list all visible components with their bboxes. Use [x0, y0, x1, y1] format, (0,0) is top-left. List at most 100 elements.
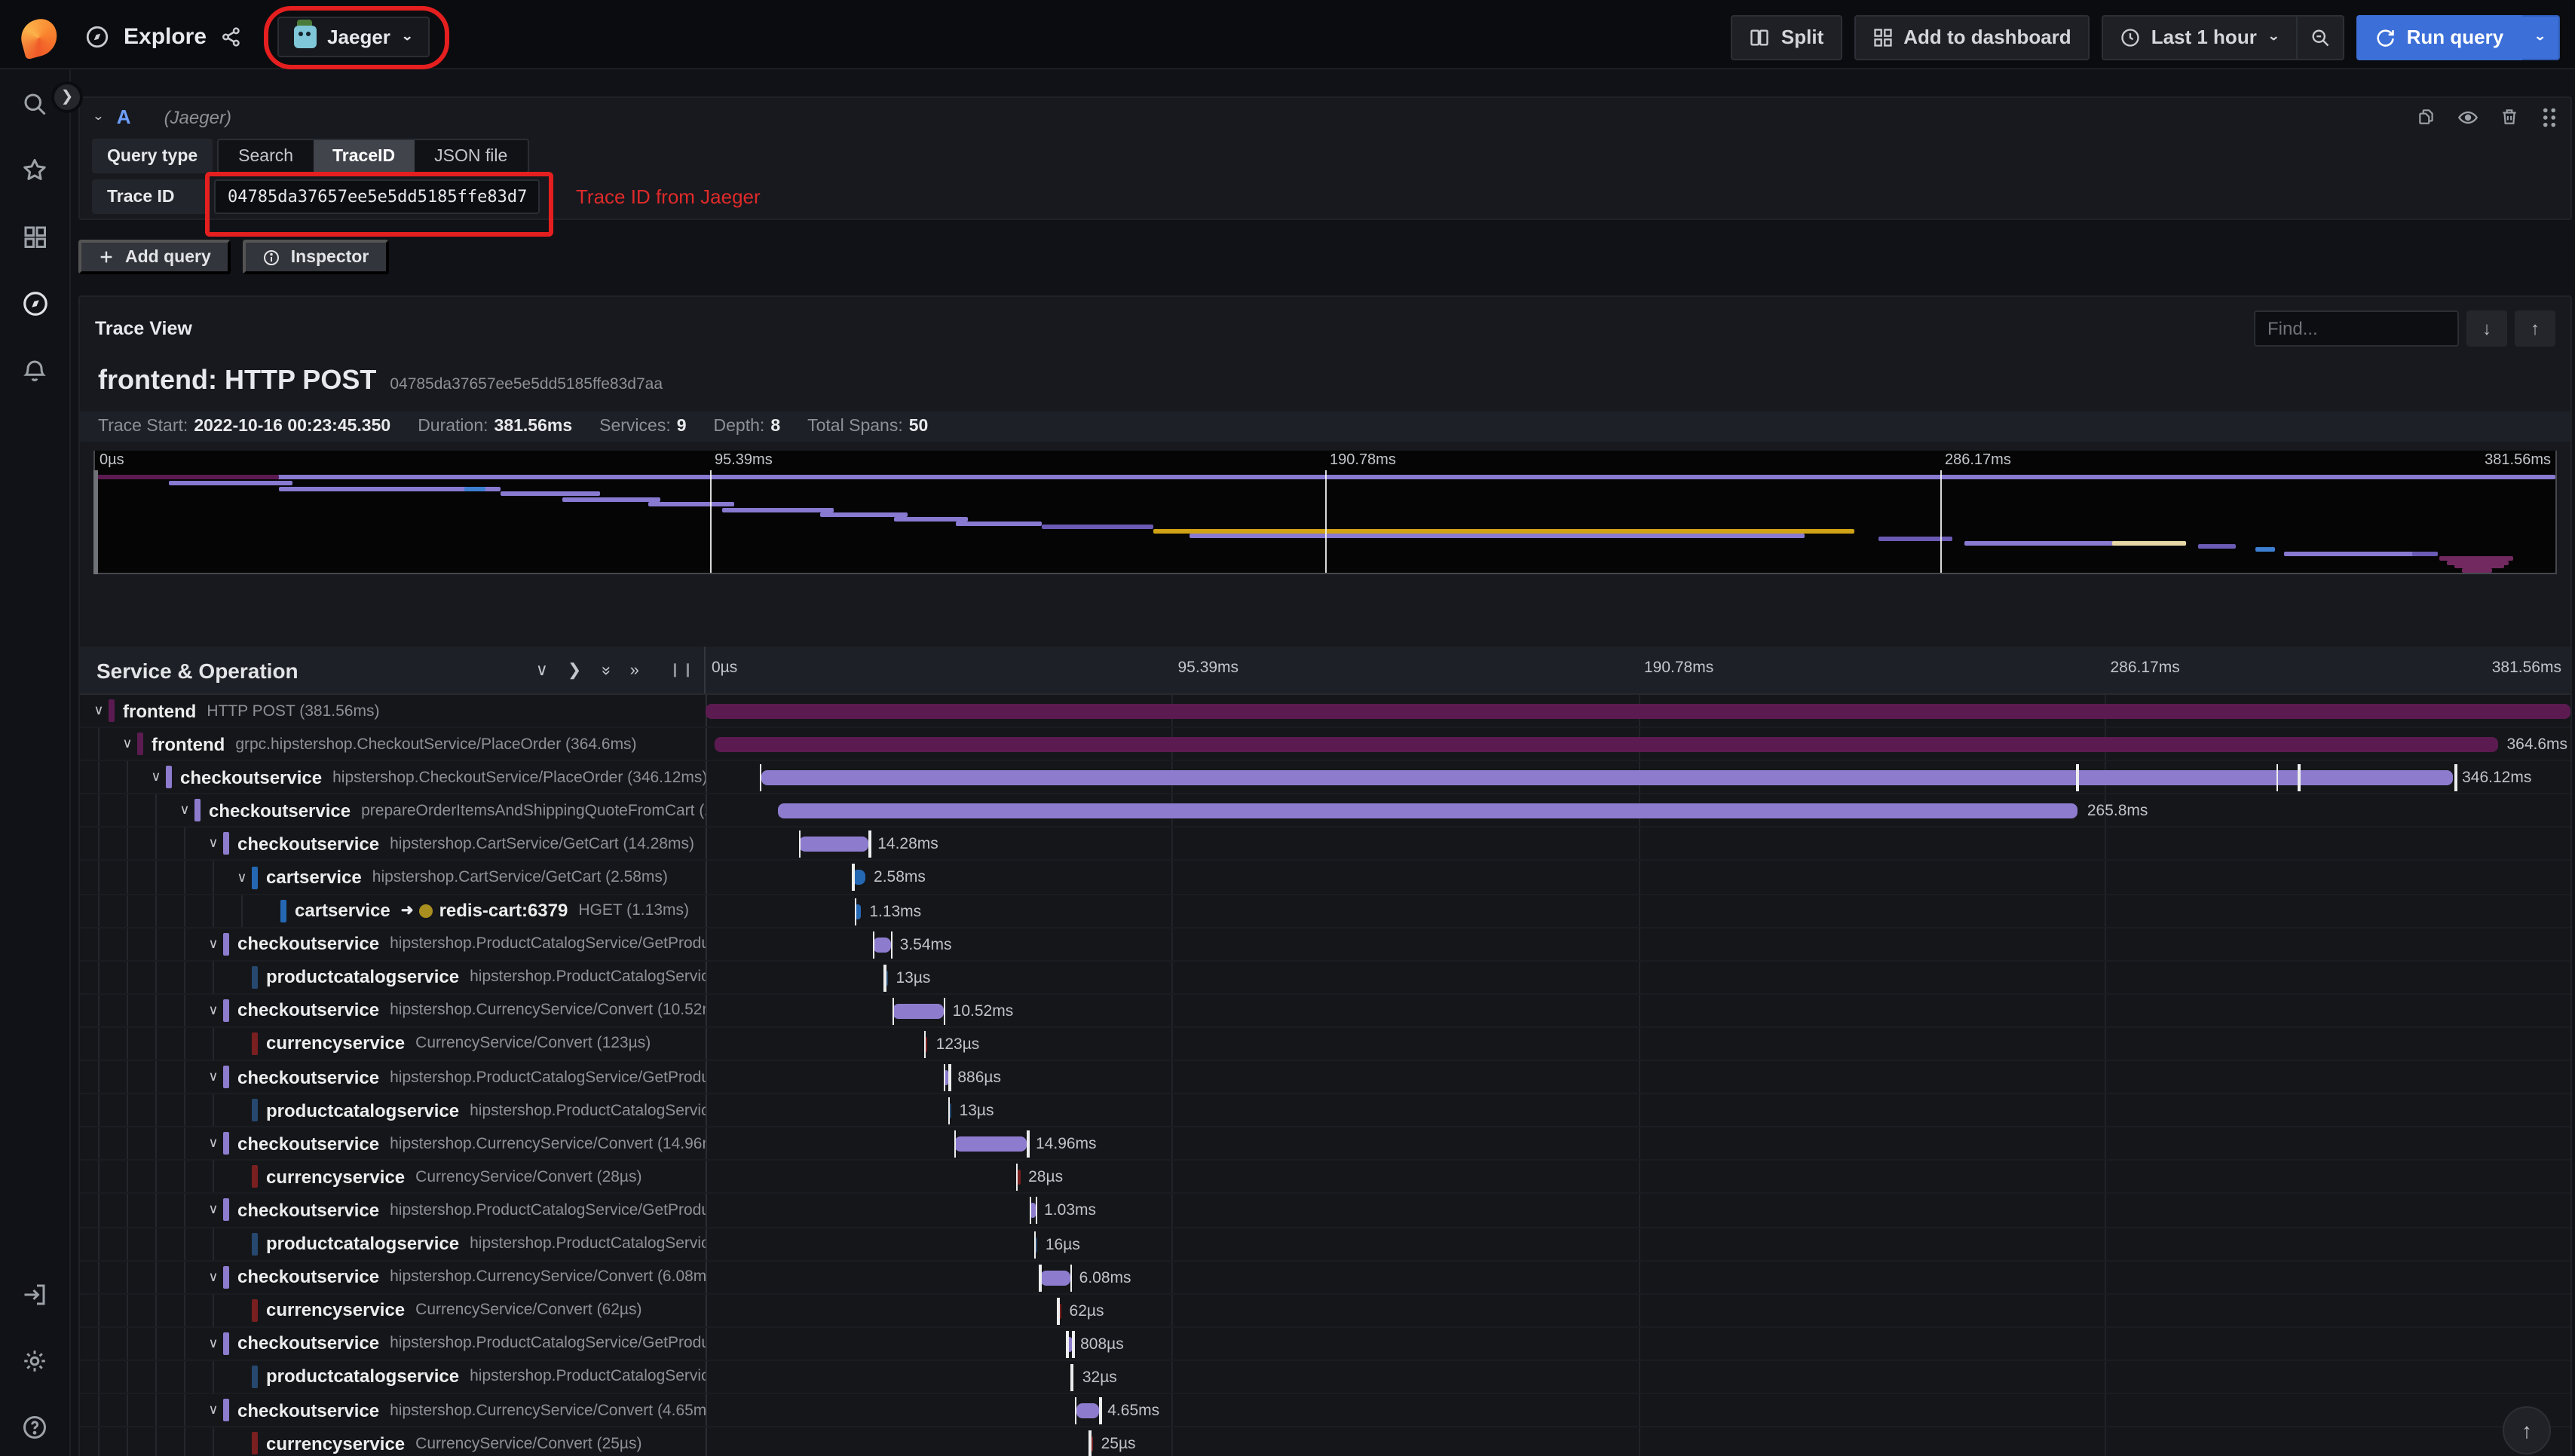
span-label-cell[interactable]: ∨ checkoutservice hipstershop.CurrencyServ… — [80, 1261, 706, 1293]
span-bar-cell[interactable]: 346.12ms — [706, 761, 2570, 793]
span-row[interactable]: currencyservice CurrencyService/Convert (… — [80, 1294, 2570, 1328]
span-label-cell[interactable]: ∨ checkoutservice hipstershop.CurrencyServ… — [80, 1127, 706, 1160]
span-label-cell[interactable]: productcatalogservice hipstershop.Product… — [80, 1228, 706, 1260]
span-row[interactable]: ∨ checkoutservice hipstershop.ProductCatal… — [80, 928, 2570, 962]
trace-minimap[interactable]: 0µs 95.39ms 190.78ms 286.17ms 381.56ms — [93, 451, 2557, 574]
eye-icon[interactable] — [2457, 106, 2479, 127]
chevron-down-icon[interactable]: ∨ — [204, 1002, 223, 1019]
span-label-cell[interactable]: ∨ checkoutservice hipstershop.ProductCatal… — [80, 1327, 706, 1360]
find-input[interactable] — [2254, 310, 2459, 347]
chevron-down-icon[interactable]: ∨ — [204, 1069, 223, 1085]
zoom-out-time-button[interactable] — [2298, 14, 2345, 60]
span-label-cell[interactable]: currencyservice CurrencyService/Convert (… — [80, 1427, 706, 1456]
span-label-cell[interactable]: ∨ checkoutservice hipstershop.CheckoutServ… — [80, 761, 706, 794]
span-bar-cell[interactable]: 25µs — [706, 1427, 2570, 1456]
grafana-logo-icon[interactable] — [17, 14, 62, 60]
span-label-cell[interactable]: cartservice ➜ redis-cart:6379 HGET (1.13ms) — [80, 895, 706, 927]
drag-grip-icon[interactable] — [2540, 106, 2558, 127]
run-query-button[interactable]: Run query — [2356, 14, 2522, 60]
span-row[interactable]: productcatalogservice hipstershop.Product… — [80, 961, 2570, 995]
span-bar-cell[interactable]: 14.96ms — [706, 1127, 2570, 1159]
span-label-cell[interactable]: currencyservice CurrencyService/Convert (… — [80, 1294, 706, 1326]
span-label-cell[interactable]: ∨ checkoutservice prepareOrderItemsAndShip… — [80, 794, 706, 827]
expand-all-icon[interactable]: » — [630, 661, 639, 679]
span-label-cell[interactable]: ∨ checkoutservice hipstershop.CurrencyServ… — [80, 1393, 706, 1427]
span-row[interactable]: ∨ checkoutservice hipstershop.CurrencyServ… — [80, 1261, 2570, 1295]
span-row[interactable]: ∨ cartservice hipstershop.CartService/GetC… — [80, 861, 2570, 895]
find-prev-button[interactable]: ↑ — [2515, 310, 2555, 347]
span-bar-cell[interactable]: 2.58ms — [706, 861, 2570, 893]
span-bar-cell[interactable]: 13µs — [706, 1094, 2570, 1126]
span-row[interactable]: ∨ checkoutservice hipstershop.CurrencyServ… — [80, 1393, 2570, 1428]
chevron-down-icon[interactable]: ∨ — [118, 736, 137, 752]
span-label-cell[interactable]: ∨ checkoutservice hipstershop.ProductCatal… — [80, 1061, 706, 1094]
chevron-down-icon[interactable]: ∨ — [204, 1402, 223, 1418]
column-resizer[interactable]: ❙❙ — [669, 662, 695, 678]
span-bar[interactable] — [1076, 1402, 1099, 1418]
find-next-button[interactable]: ↓ — [2466, 310, 2507, 347]
span-bar-cell[interactable]: 13µs — [706, 962, 2570, 993]
tab-json-file[interactable]: JSON file — [415, 140, 527, 172]
span-bar-cell[interactable]: 10.52ms — [706, 995, 2570, 1026]
span-bar[interactable] — [798, 837, 869, 852]
span-row[interactable]: currencyservice CurrencyService/Convert (… — [80, 1161, 2570, 1194]
minimap-left-handle[interactable] — [93, 470, 98, 574]
chevron-down-icon[interactable]: ∨ — [204, 1335, 223, 1352]
span-bar[interactable] — [706, 704, 2570, 719]
span-bar[interactable] — [892, 1003, 944, 1019]
share-icon[interactable] — [220, 26, 243, 48]
span-bar-cell[interactable]: 1.13ms — [706, 895, 2570, 926]
span-bar-cell[interactable]: 364.6ms — [706, 728, 2570, 760]
collapse-query-icon[interactable]: ⌄ — [92, 110, 105, 124]
query-ref-id[interactable]: A — [117, 106, 131, 128]
tab-search[interactable]: Search — [219, 140, 313, 172]
span-bar-cell[interactable]: 265.8ms — [706, 795, 2570, 827]
span-bar-cell[interactable]: 4.65ms — [706, 1394, 2570, 1426]
collapse-one-icon[interactable]: ∨ — [536, 660, 548, 680]
expand-one-icon[interactable]: ❯ — [568, 660, 581, 680]
run-query-dropdown-button[interactable]: ⌄ — [2521, 14, 2560, 60]
span-bar-cell[interactable]: 123µs — [706, 1028, 2570, 1060]
add-query-button[interactable]: Add query — [78, 240, 231, 274]
span-row[interactable]: ∨ checkoutservice hipstershop.ProductCatal… — [80, 1327, 2570, 1361]
time-range-picker[interactable]: Last 1 hour ⌄ — [2101, 14, 2298, 60]
span-bar-cell[interactable]: 62µs — [706, 1294, 2570, 1326]
span-bar-cell[interactable]: 14.28ms — [706, 828, 2570, 860]
span-row[interactable]: ∨ frontend grpc.hipstershop.CheckoutServic… — [80, 728, 2570, 762]
star-icon[interactable] — [21, 157, 48, 184]
chevron-down-icon[interactable]: ∨ — [175, 803, 194, 819]
chevron-down-icon[interactable]: ∨ — [204, 935, 223, 952]
gear-icon[interactable] — [21, 1347, 48, 1375]
span-label-cell[interactable]: ∨ frontend HTTP POST (381.56ms) — [80, 695, 706, 726]
span-bar-cell[interactable]: 6.08ms — [706, 1261, 2570, 1292]
collapse-all-icon[interactable]: » — [596, 665, 614, 674]
sign-in-icon[interactable] — [21, 1281, 48, 1308]
span-label-cell[interactable]: ∨ checkoutservice hipstershop.ProductCatal… — [80, 1194, 706, 1226]
inspector-button[interactable]: Inspector — [242, 240, 389, 274]
span-bar-cell[interactable]: 1.03ms — [706, 1194, 2570, 1226]
span-bar[interactable] — [778, 803, 2078, 819]
span-bar[interactable] — [1040, 1270, 1070, 1286]
span-label-cell[interactable]: productcatalogservice hipstershop.Product… — [80, 1360, 706, 1393]
span-row[interactable]: ∨ frontend HTTP POST (381.56ms) — [80, 695, 2570, 729]
span-label-cell[interactable]: ∨ checkoutservice hipstershop.ProductCatal… — [80, 928, 706, 960]
span-row[interactable]: ∨ checkoutservice hipstershop.CurrencyServ… — [80, 994, 2570, 1028]
chevron-down-icon[interactable]: ∨ — [146, 769, 166, 785]
span-label-cell[interactable]: currencyservice CurrencyService/Convert (… — [80, 1027, 706, 1060]
trace-id-input[interactable] — [214, 179, 540, 214]
span-row[interactable]: productcatalogservice hipstershop.Product… — [80, 1228, 2570, 1262]
span-row[interactable]: cartservice ➜ redis-cart:6379 HGET (1.13ms)… — [80, 895, 2570, 928]
span-row[interactable]: ∨ checkoutservice hipstershop.CheckoutServ… — [80, 761, 2570, 795]
tab-traceid[interactable]: TraceID — [313, 140, 415, 172]
span-bar-cell[interactable]: 3.54ms — [706, 928, 2570, 959]
span-row[interactable]: ∨ checkoutservice hipstershop.CartService/… — [80, 827, 2570, 861]
span-bar-cell[interactable]: 28µs — [706, 1161, 2570, 1193]
span-row[interactable]: productcatalogservice hipstershop.Product… — [80, 1094, 2570, 1128]
chevron-down-icon[interactable]: ∨ — [204, 1268, 223, 1285]
span-label-cell[interactable]: ∨ checkoutservice hipstershop.CartService/… — [80, 827, 706, 860]
chevron-down-icon[interactable]: ∨ — [89, 702, 109, 719]
span-label-cell[interactable]: ∨ frontend grpc.hipstershop.CheckoutServic… — [80, 728, 706, 760]
span-label-cell[interactable]: currencyservice CurrencyService/Convert (… — [80, 1161, 706, 1193]
chevron-down-icon[interactable]: ∨ — [232, 869, 252, 886]
apps-grid-icon[interactable] — [21, 223, 48, 250]
